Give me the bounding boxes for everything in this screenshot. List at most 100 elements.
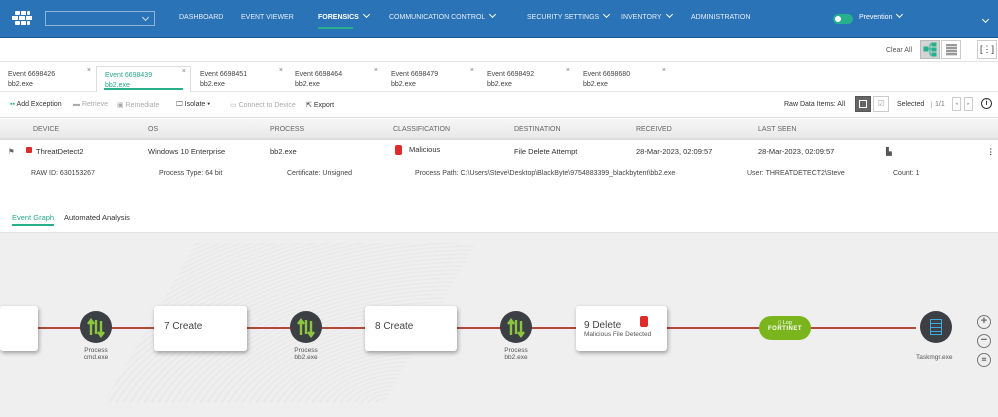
nav-inventory[interactable]: INVENTORY — [621, 10, 673, 21]
event-node-9[interactable]: 9 Delete Malicious File Detected — [576, 306, 667, 351]
grid-icon — [859, 100, 867, 108]
info-icon[interactable]: i — [981, 98, 992, 109]
prev-page-button[interactable]: ◂ — [952, 97, 961, 111]
tab-sub: bb2.exe — [200, 81, 225, 88]
tab-sub: bb2.exe — [583, 81, 608, 88]
event-tab[interactable]: Event 6698464 bb2.exe × — [287, 66, 382, 92]
event-tab[interactable]: Event 6698451 bb2.exe × — [192, 66, 287, 92]
value: Unsigned — [322, 170, 352, 177]
column-classification[interactable]: CLASSIFICATION — [393, 126, 450, 133]
chevron-down-icon — [603, 10, 611, 19]
document-node-icon[interactable] — [920, 311, 952, 343]
user-menu-chevron-icon[interactable] — [981, 15, 990, 24]
l2: cmd.exe — [83, 354, 109, 361]
nav-event-viewer[interactable]: EVENT VIEWER — [241, 14, 294, 21]
node-label: 7 Create — [164, 321, 203, 332]
pager-label: 1/1 — [931, 101, 945, 108]
label: Connect to Device — [238, 102, 296, 109]
process-node-icon[interactable] — [290, 311, 322, 343]
isolate-dropdown[interactable]: 🖵 Isolate ▾ — [176, 101, 210, 109]
action-toolbar: ▪▪ Add Exception ▬ Retrieve ▣ Remediate … — [0, 92, 998, 118]
nav-label: COMMUNICATION CONTROL — [389, 14, 486, 21]
close-icon[interactable]: × — [566, 66, 570, 76]
fit-to-screen-icon[interactable]: ⌗ — [977, 353, 991, 367]
fortinet-logo-text: FORTINET — [768, 326, 802, 332]
add-exception-icon: ▪▪ — [10, 101, 15, 108]
device-status-icon — [26, 147, 32, 153]
nav-security-settings[interactable]: SECURITY SETTINGS — [527, 10, 611, 21]
label: Add Exception — [16, 101, 62, 108]
close-icon[interactable]: × — [279, 66, 283, 76]
tab-sub: bb2.exe — [487, 81, 512, 88]
chevron-down-icon — [896, 10, 904, 19]
tab-event-graph[interactable]: Event Graph — [12, 213, 55, 226]
close-icon[interactable]: × — [182, 67, 186, 77]
nav-dashboard[interactable]: DASHBOARD — [179, 14, 223, 21]
column-last-seen[interactable]: LAST SEEN — [758, 126, 796, 133]
tab-title: Event 6698492 — [487, 71, 535, 78]
node-sub-label: Malicious File Detected — [584, 331, 652, 338]
next-page-button[interactable]: ▸ — [964, 97, 973, 111]
fullscreen-icon[interactable]: [⋮] — [977, 40, 997, 59]
tab-title: Event 6698464 — [295, 71, 343, 78]
event-node-8[interactable]: 8 Create — [365, 306, 457, 351]
mode-label: Prevention — [859, 14, 893, 21]
clear-all-button[interactable]: Clear All — [886, 47, 912, 54]
check-select-button[interactable]: ☑ — [873, 96, 889, 112]
event-tab-active[interactable]: Event 6698439 bb2.exe × — [96, 66, 191, 92]
close-icon[interactable]: × — [374, 66, 378, 76]
tab-title: Event 6698426 — [8, 71, 56, 78]
column-destination[interactable]: DESTINATION — [514, 126, 561, 133]
l1: Process — [84, 347, 108, 354]
event-graph-canvas[interactable]: 7 Create 8 Create 9 Delete Malicious Fil… — [0, 232, 998, 417]
nav-communication-control[interactable]: COMMUNICATION CONTROL — [389, 10, 497, 21]
chevron-down-icon — [665, 10, 673, 19]
column-received[interactable]: RECEIVED — [636, 126, 672, 133]
raw-data-items-label: Raw Data Items: All — [784, 101, 846, 108]
connect-to-device-button: ▭ Connect to Device — [230, 101, 296, 109]
flag-icon[interactable]: ⚑ — [8, 147, 15, 156]
process-node-icon[interactable] — [80, 311, 112, 343]
process-node-label: Process bb2.exe — [276, 347, 336, 361]
column-os[interactable]: OS — [148, 126, 158, 133]
add-exception-button[interactable]: ▪▪ Add Exception — [10, 101, 62, 108]
list-view-button[interactable] — [941, 40, 961, 59]
event-tab[interactable]: Event 6698492 bb2.exe × — [479, 66, 574, 92]
process-node-label: Process cmd.exe — [66, 347, 126, 361]
zoom-in-icon[interactable]: + — [977, 315, 991, 329]
event-node-7[interactable]: 7 Create — [154, 306, 247, 351]
close-icon[interactable]: × — [470, 66, 474, 76]
value: THREATDETECT2\Steve — [765, 170, 845, 177]
event-tab[interactable]: Event 6698680 bb2.exe × — [575, 66, 670, 92]
grid-select-button[interactable] — [855, 96, 871, 112]
zoom-out-icon[interactable]: − — [977, 334, 991, 348]
close-icon[interactable]: × — [87, 66, 91, 76]
column-device[interactable]: DEVICE — [33, 126, 59, 133]
label: Count: — [893, 170, 914, 177]
more-options-icon[interactable]: ⋮ — [987, 147, 995, 156]
process-node-icon[interactable] — [500, 311, 532, 343]
value: 64 bit — [205, 170, 223, 177]
prevention-mode-dropdown[interactable]: Prevention — [859, 10, 904, 21]
fortinet-logo-icon[interactable] — [12, 11, 32, 25]
label: Process Path: — [415, 170, 459, 177]
count: Count: 1 — [893, 170, 919, 177]
process-type: Process Type: 64 bit — [159, 170, 222, 177]
event-node-partial[interactable] — [0, 306, 38, 351]
event-tab[interactable]: Event 6698426 bb2.exe × — [0, 66, 95, 92]
organization-select[interactable] — [45, 11, 155, 26]
file-icon[interactable]: ▙ — [886, 147, 892, 156]
fortinet-log-node[interactable]: ▯ Log FORTINET — [759, 316, 811, 340]
label: Retrieve — [81, 101, 109, 108]
nav-administration[interactable]: ADMINISTRATION — [691, 14, 750, 21]
tab-sub: bb2.exe — [295, 81, 320, 88]
l2: bb2.exe — [294, 354, 318, 361]
export-button[interactable]: ⇱ Export — [306, 101, 334, 109]
graph-view-button[interactable] — [920, 40, 940, 59]
close-icon[interactable]: × — [662, 66, 666, 76]
prevention-toggle[interactable] — [833, 14, 853, 24]
event-tab[interactable]: Event 6698479 bb2.exe × — [383, 66, 478, 92]
nav-forensics[interactable]: FORENSICS — [318, 10, 370, 21]
tab-automated-analysis[interactable]: Automated Analysis — [64, 213, 130, 222]
column-process[interactable]: PROCESS — [270, 126, 304, 133]
